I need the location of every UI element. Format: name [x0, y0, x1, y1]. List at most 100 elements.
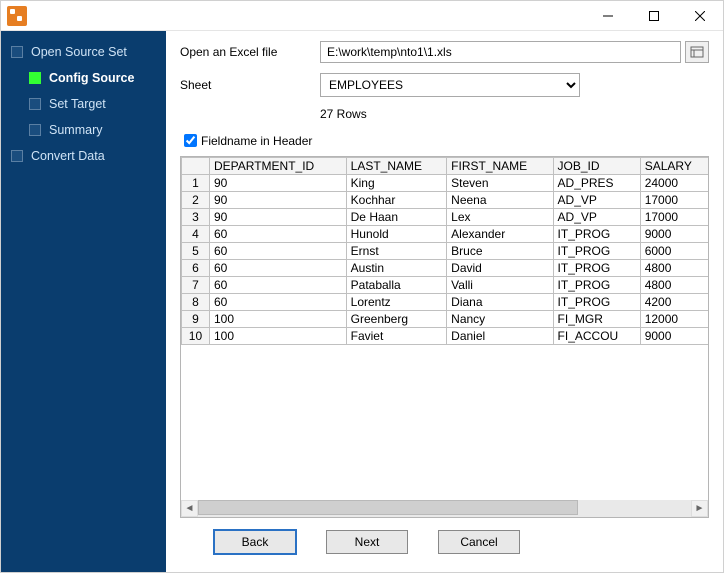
cell[interactable]: Lex — [447, 209, 553, 226]
cell[interactable]: Valli — [447, 277, 553, 294]
table-row[interactable]: 860LorentzDianaIT_PROG4200DLOREN103 — [182, 294, 709, 311]
cell[interactable]: FI_ACCOU — [553, 328, 640, 345]
cell[interactable]: 60 — [209, 226, 346, 243]
cell[interactable]: IT_PROG — [553, 277, 640, 294]
cell[interactable]: FI_MGR — [553, 311, 640, 328]
row-number[interactable]: 8 — [182, 294, 210, 311]
cell[interactable]: Lorentz — [346, 294, 447, 311]
column-header[interactable]: SALARY — [640, 158, 708, 175]
cell[interactable]: 100 — [209, 328, 346, 345]
cell[interactable]: 6000 — [640, 243, 708, 260]
wizard-step-open-source-set[interactable]: Open Source Set — [1, 39, 166, 65]
cell[interactable]: Steven — [447, 175, 553, 192]
wizard-step-set-target[interactable]: Set Target — [1, 91, 166, 117]
cell[interactable]: 17000 — [640, 209, 708, 226]
minimize-button[interactable] — [585, 1, 631, 31]
table-row[interactable]: 390De HaanLexAD_VP17000LDEHAA100 — [182, 209, 709, 226]
sheet-select[interactable]: EMPLOYEES — [320, 73, 580, 97]
row-number[interactable]: 2 — [182, 192, 210, 209]
cell[interactable]: Neena — [447, 192, 553, 209]
fieldname-header-checkbox[interactable] — [184, 134, 197, 147]
cell[interactable]: AD_VP — [553, 209, 640, 226]
cell[interactable]: 60 — [209, 260, 346, 277]
table-row[interactable]: 190KingStevenAD_PRES24000SKING — [182, 175, 709, 192]
cell[interactable]: Ernst — [346, 243, 447, 260]
cell[interactable]: 60 — [209, 294, 346, 311]
cancel-button[interactable]: Cancel — [438, 530, 520, 554]
cell[interactable]: Hunold — [346, 226, 447, 243]
browse-button[interactable] — [685, 41, 709, 63]
cell[interactable]: 90 — [209, 175, 346, 192]
row-number[interactable]: 6 — [182, 260, 210, 277]
cell[interactable]: AD_PRES — [553, 175, 640, 192]
scroll-thumb[interactable] — [198, 500, 578, 515]
cell[interactable]: 9000 — [640, 226, 708, 243]
file-path-input[interactable] — [320, 41, 681, 63]
cell[interactable]: King — [346, 175, 447, 192]
row-number[interactable]: 1 — [182, 175, 210, 192]
cell[interactable]: Diana — [447, 294, 553, 311]
fieldname-header-label[interactable]: Fieldname in Header — [201, 134, 312, 148]
cell[interactable]: IT_PROG — [553, 243, 640, 260]
cell[interactable]: 60 — [209, 243, 346, 260]
table-row[interactable]: 290KochharNeenaAD_VP17000NKOCHH100 — [182, 192, 709, 209]
cell[interactable]: Daniel — [447, 328, 553, 345]
table-row[interactable]: 10100FavietDanielFI_ACCOU9000DFAVIET108 — [182, 328, 709, 345]
cell[interactable]: 90 — [209, 192, 346, 209]
cell[interactable]: 24000 — [640, 175, 708, 192]
cell[interactable]: Faviet — [346, 328, 447, 345]
next-button[interactable]: Next — [326, 530, 408, 554]
cell[interactable]: Nancy — [447, 311, 553, 328]
cell[interactable]: AD_VP — [553, 192, 640, 209]
column-header[interactable]: LAST_NAME — [346, 158, 447, 175]
wizard-step-convert-data[interactable]: Convert Data — [1, 143, 166, 169]
row-number[interactable]: 7 — [182, 277, 210, 294]
wizard-step-summary[interactable]: Summary — [1, 117, 166, 143]
cell[interactable]: IT_PROG — [553, 260, 640, 277]
column-header[interactable]: JOB_ID — [553, 158, 640, 175]
cell[interactable]: Bruce — [447, 243, 553, 260]
cell[interactable]: 60 — [209, 277, 346, 294]
horizontal-scrollbar[interactable]: ◄ ► — [181, 500, 708, 517]
column-header[interactable]: DEPARTMENT_ID — [209, 158, 346, 175]
row-number[interactable]: 3 — [182, 209, 210, 226]
cell[interactable]: David — [447, 260, 553, 277]
cell[interactable]: 4200 — [640, 294, 708, 311]
cell[interactable]: Alexander — [447, 226, 553, 243]
row-number[interactable]: 10 — [182, 328, 210, 345]
titlebar — [1, 1, 723, 31]
cell[interactable]: 4800 — [640, 260, 708, 277]
row-number[interactable]: 9 — [182, 311, 210, 328]
grid-body[interactable]: DEPARTMENT_IDLAST_NAMEFIRST_NAMEJOB_IDSA… — [181, 157, 708, 500]
step-marker-icon — [11, 46, 23, 58]
maximize-button[interactable] — [631, 1, 677, 31]
close-button[interactable] — [677, 1, 723, 31]
table-row[interactable]: 9100GreenbergNancyFI_MGR12000NGREEN101 — [182, 311, 709, 328]
cell[interactable]: 9000 — [640, 328, 708, 345]
table-row[interactable]: 760PataballaValliIT_PROG4800VPATAB103 — [182, 277, 709, 294]
table-row[interactable]: 560ErnstBruceIT_PROG6000BERNST103 — [182, 243, 709, 260]
cell[interactable]: Pataballa — [346, 277, 447, 294]
table-row[interactable]: 660AustinDavidIT_PROG4800DAUSTIN103 — [182, 260, 709, 277]
cell[interactable]: 12000 — [640, 311, 708, 328]
cell[interactable]: IT_PROG — [553, 226, 640, 243]
column-header[interactable]: FIRST_NAME — [447, 158, 553, 175]
cell[interactable]: Austin — [346, 260, 447, 277]
row-number[interactable]: 4 — [182, 226, 210, 243]
cell[interactable]: 4800 — [640, 277, 708, 294]
cell[interactable]: De Haan — [346, 209, 447, 226]
scroll-left-arrow[interactable]: ◄ — [181, 500, 198, 517]
cell[interactable]: 90 — [209, 209, 346, 226]
cell[interactable]: 17000 — [640, 192, 708, 209]
row-number[interactable]: 5 — [182, 243, 210, 260]
table-row[interactable]: 460HunoldAlexanderIT_PROG9000AHUNOL102 — [182, 226, 709, 243]
cell[interactable]: Greenberg — [346, 311, 447, 328]
scroll-right-arrow[interactable]: ► — [691, 500, 708, 517]
wizard-step-config-source[interactable]: Config Source — [1, 65, 166, 91]
cell[interactable]: IT_PROG — [553, 294, 640, 311]
cell[interactable]: 100 — [209, 311, 346, 328]
content-pane: Open an Excel file Sheet EMPLOYEES 27 Ro… — [166, 31, 723, 572]
scroll-track[interactable] — [198, 500, 691, 517]
back-button[interactable]: Back — [214, 530, 296, 554]
cell[interactable]: Kochhar — [346, 192, 447, 209]
